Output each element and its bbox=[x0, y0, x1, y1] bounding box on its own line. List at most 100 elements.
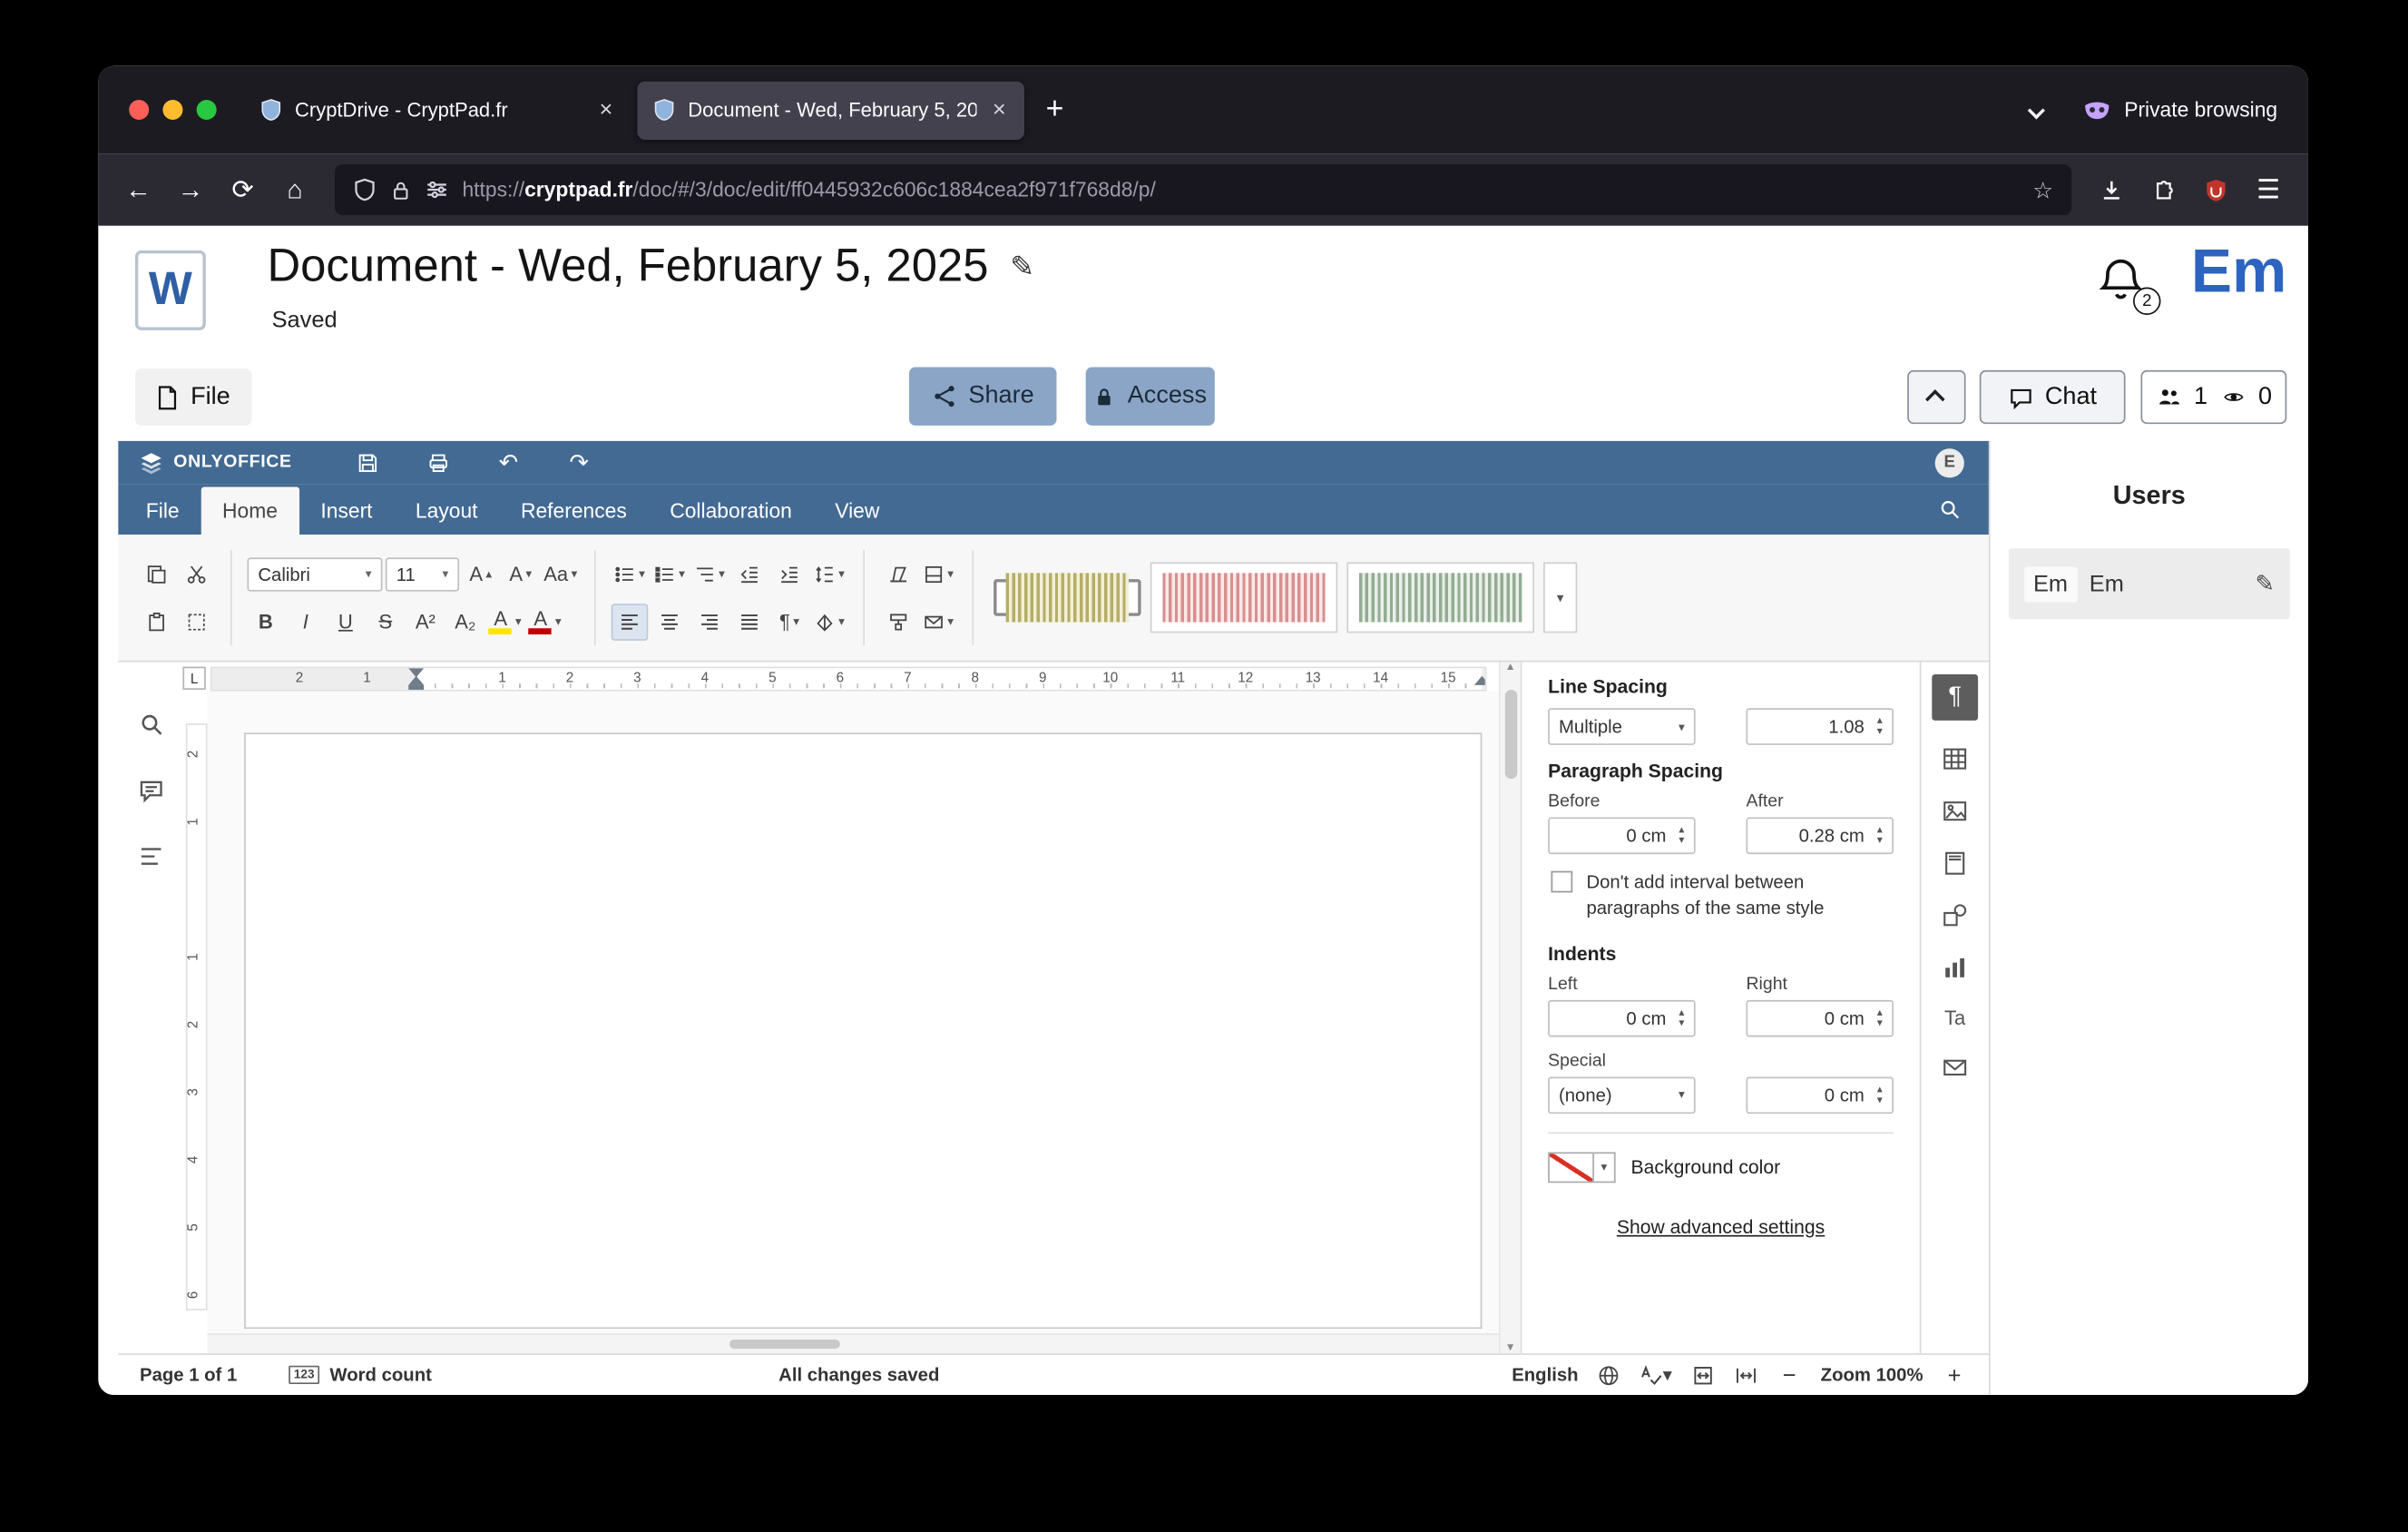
document-language[interactable]: English bbox=[1512, 1364, 1578, 1386]
nonprinting-characters-button[interactable]: ¶▾ bbox=[771, 603, 808, 640]
reload-button[interactable]: ⟳ bbox=[218, 167, 267, 213]
paragraph-color-button[interactable]: ▾ bbox=[920, 555, 957, 593]
menu-home[interactable]: Home bbox=[201, 487, 299, 535]
copy-style-button[interactable] bbox=[880, 603, 917, 640]
cut-button[interactable] bbox=[178, 555, 215, 593]
tab-close-icon[interactable]: × bbox=[596, 97, 616, 123]
set-language-globe-icon[interactable] bbox=[1597, 1363, 1620, 1386]
redo-button[interactable]: ↷ bbox=[556, 448, 602, 476]
menu-insert[interactable]: Insert bbox=[299, 487, 395, 535]
paragraph-settings-tab[interactable]: ¶ bbox=[1932, 674, 1978, 721]
style-preview-1[interactable] bbox=[994, 579, 1140, 616]
style-preview-3[interactable] bbox=[1346, 562, 1533, 633]
indent-left-spinner[interactable]: 0 cm▴▾ bbox=[1548, 999, 1695, 1036]
undo-button[interactable]: ↶ bbox=[485, 448, 532, 476]
style-preview-2[interactable] bbox=[1150, 562, 1337, 633]
menu-hamburger-button[interactable]: ☰ bbox=[2244, 167, 2293, 213]
copy-button[interactable] bbox=[138, 555, 175, 593]
horizontal-scrollbar[interactable] bbox=[208, 1333, 1499, 1353]
font-size-select[interactable]: 11▾ bbox=[386, 557, 459, 591]
spacing-before-spinner[interactable]: 0 cm▴▾ bbox=[1548, 817, 1695, 854]
minimize-window-button[interactable] bbox=[162, 100, 182, 120]
align-left-button[interactable] bbox=[612, 603, 649, 640]
edit-user-pencil-icon[interactable]: ✎ bbox=[2255, 570, 2274, 597]
spacing-after-spinner[interactable]: 0.28 cm▴▾ bbox=[1746, 817, 1893, 854]
tab-cryptdrive[interactable]: CryptDrive - CryptPad.fr × bbox=[244, 81, 631, 139]
lock-icon[interactable] bbox=[390, 179, 412, 201]
menu-references[interactable]: References bbox=[499, 487, 648, 535]
editor-user-avatar[interactable]: E bbox=[1935, 447, 1964, 476]
justify-button[interactable] bbox=[731, 603, 768, 640]
superscript-button[interactable]: A² bbox=[407, 603, 445, 640]
special-amount-spinner[interactable]: 0 cm▴▾ bbox=[1746, 1076, 1893, 1114]
special-select[interactable]: (none)▾ bbox=[1548, 1076, 1695, 1114]
strikethrough-button[interactable]: S bbox=[367, 603, 405, 640]
show-advanced-settings-link[interactable]: Show advanced settings bbox=[1548, 1216, 1894, 1238]
change-case-button[interactable]: Aa▾ bbox=[542, 555, 579, 593]
tab-close-icon[interactable]: × bbox=[989, 97, 1009, 123]
zoom-in-button[interactable]: + bbox=[1942, 1361, 1967, 1388]
share-button[interactable]: Share bbox=[909, 368, 1056, 426]
shrink-font-button[interactable]: A▾ bbox=[502, 555, 539, 593]
back-button[interactable]: ← bbox=[113, 167, 162, 213]
horizontal-ruler[interactable]: 2 1 1 2 3 4 5 6 7 8 9 10 11 bbox=[210, 667, 1487, 692]
multilevel-list-button[interactable]: ▾ bbox=[691, 555, 729, 593]
table-settings-tab[interactable] bbox=[1941, 745, 1968, 772]
url-text[interactable]: https://cryptpad.fr/doc/#/3/doc/edit/ff0… bbox=[462, 178, 2019, 201]
forward-button[interactable]: → bbox=[166, 167, 215, 213]
shape-settings-tab[interactable] bbox=[1941, 902, 1968, 929]
header-footer-settings-tab[interactable] bbox=[1941, 849, 1968, 877]
line-spacing-button[interactable]: ▾ bbox=[811, 555, 848, 593]
zoom-level[interactable]: Zoom 100% bbox=[1821, 1364, 1923, 1386]
select-all-button[interactable] bbox=[178, 603, 215, 640]
mail-merge-button[interactable]: ▾ bbox=[920, 603, 957, 640]
bold-button[interactable]: B bbox=[248, 603, 285, 640]
home-button[interactable]: ⌂ bbox=[270, 167, 319, 213]
textart-settings-tab[interactable]: Ta bbox=[1944, 1007, 1965, 1029]
user-avatar[interactable]: Em bbox=[2191, 238, 2286, 307]
tab-document[interactable]: Document - Wed, February 5, 2025 × bbox=[637, 81, 1024, 139]
scroll-down-arrow[interactable]: ▼ bbox=[1505, 1342, 1516, 1353]
zoom-window-button[interactable] bbox=[197, 100, 217, 120]
grow-font-button[interactable]: A▴ bbox=[462, 555, 499, 593]
clear-style-button[interactable] bbox=[880, 555, 917, 593]
vertical-scrollbar[interactable]: ▲ ▼ bbox=[1499, 663, 1521, 1354]
font-color-button[interactable]: A ▾ bbox=[527, 603, 564, 640]
vertical-scroll-thumb[interactable] bbox=[1505, 690, 1518, 779]
mail-merge-settings-tab[interactable] bbox=[1941, 1054, 1968, 1081]
underline-button[interactable]: U bbox=[328, 603, 365, 640]
tracking-shield-icon[interactable] bbox=[353, 178, 376, 201]
chart-settings-tab[interactable] bbox=[1941, 954, 1968, 981]
edit-title-pencil-icon[interactable]: ✎ bbox=[1010, 250, 1034, 285]
chat-button[interactable]: Chat bbox=[1980, 370, 2126, 424]
paste-button[interactable] bbox=[138, 603, 175, 640]
image-settings-tab[interactable] bbox=[1941, 797, 1968, 824]
notifications-bell[interactable]: 2 bbox=[2096, 253, 2154, 315]
numbering-button[interactable]: ▾ bbox=[651, 555, 689, 593]
align-center-button[interactable] bbox=[651, 603, 689, 640]
tab-stop-selector[interactable]: L bbox=[182, 667, 205, 690]
editor-search-button[interactable] bbox=[1938, 497, 1961, 520]
document-canvas[interactable] bbox=[208, 692, 1499, 1354]
word-count-button[interactable]: 123 Word count bbox=[289, 1364, 432, 1386]
save-button[interactable] bbox=[344, 451, 390, 474]
extensions-puzzle-icon[interactable] bbox=[2139, 167, 2188, 213]
menu-view[interactable]: View bbox=[814, 487, 902, 535]
left-indent-marker[interactable] bbox=[408, 676, 424, 685]
downloads-button[interactable] bbox=[2087, 167, 2136, 213]
menu-layout[interactable]: Layout bbox=[394, 487, 499, 535]
line-spacing-spinner[interactable]: 1.08▴▾ bbox=[1746, 708, 1893, 745]
file-button[interactable]: File bbox=[135, 368, 252, 426]
indent-right-spinner[interactable]: 0 cm▴▾ bbox=[1746, 999, 1893, 1036]
vertical-ruler[interactable]: 2 1 1 2 3 4 5 6 bbox=[186, 723, 208, 1311]
close-window-button[interactable] bbox=[129, 100, 149, 120]
line-spacing-select[interactable]: Multiple▾ bbox=[1548, 708, 1695, 745]
comments-button[interactable] bbox=[137, 777, 163, 803]
document-page[interactable] bbox=[244, 732, 1482, 1329]
collapse-toolbar-button[interactable] bbox=[1907, 370, 1965, 424]
italic-button[interactable]: I bbox=[288, 603, 325, 640]
access-button[interactable]: Access bbox=[1086, 368, 1215, 426]
participants-button[interactable]: 1 0 bbox=[2140, 370, 2286, 424]
scroll-up-arrow[interactable]: ▲ bbox=[1505, 663, 1516, 673]
bookmark-star-icon[interactable]: ☆ bbox=[2032, 176, 2053, 203]
